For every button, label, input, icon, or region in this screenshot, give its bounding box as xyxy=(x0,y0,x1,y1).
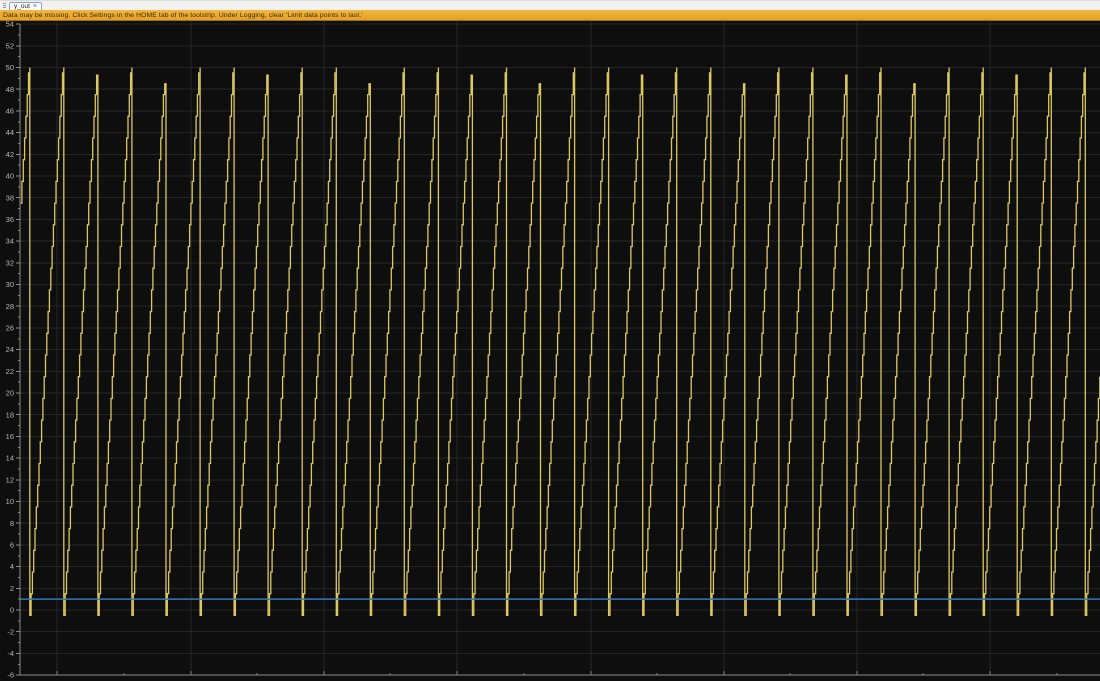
document-tab-bar: y_out × xyxy=(0,0,1100,10)
svg-text:8: 8 xyxy=(10,519,14,528)
svg-text:36: 36 xyxy=(6,215,14,224)
svg-text:-2: -2 xyxy=(7,627,14,636)
svg-text:-4: -4 xyxy=(7,649,14,658)
svg-text:42: 42 xyxy=(6,150,14,159)
svg-text:-6: -6 xyxy=(7,671,14,680)
signal-y-out xyxy=(20,68,1100,616)
svg-text:40: 40 xyxy=(6,172,14,181)
svg-text:28: 28 xyxy=(6,302,14,311)
svg-text:14: 14 xyxy=(6,454,14,463)
svg-text:12: 12 xyxy=(6,475,14,484)
warning-banner-text: Data may be missing. Click Settings in t… xyxy=(3,12,363,19)
svg-text:20: 20 xyxy=(6,389,14,398)
svg-text:46: 46 xyxy=(6,107,14,116)
tab-close-icon[interactable]: × xyxy=(33,4,37,10)
svg-text:0: 0 xyxy=(10,606,14,615)
scope-plot-area[interactable]: 5452504846444240383634323028262422201816… xyxy=(0,21,1100,681)
svg-text:52: 52 xyxy=(6,41,14,50)
svg-text:48: 48 xyxy=(6,85,14,94)
svg-text:26: 26 xyxy=(6,324,14,333)
svg-text:2: 2 xyxy=(10,584,14,593)
svg-text:44: 44 xyxy=(6,128,14,137)
svg-text:10: 10 xyxy=(6,497,14,506)
svg-text:32: 32 xyxy=(6,258,14,267)
svg-text:24: 24 xyxy=(6,345,14,354)
scope-window: y_out × Data may be missing. Click Setti… xyxy=(0,0,1100,681)
svg-text:38: 38 xyxy=(6,193,14,202)
h-gridlines xyxy=(20,24,1100,675)
svg-text:50: 50 xyxy=(6,63,14,72)
warning-banner: Data may be missing. Click Settings in t… xyxy=(0,10,1100,21)
svg-text:18: 18 xyxy=(6,410,14,419)
scope-chart[interactable]: 5452504846444240383634323028262422201816… xyxy=(0,21,1100,681)
tab-y-out[interactable]: y_out × xyxy=(9,2,42,10)
svg-text:4: 4 xyxy=(10,562,14,571)
svg-text:34: 34 xyxy=(6,237,14,246)
svg-text:54: 54 xyxy=(6,21,14,29)
y-axis-labels: 5452504846444240383634323028262422201816… xyxy=(6,21,14,680)
svg-text:6: 6 xyxy=(10,541,14,550)
drag-grip-icon[interactable] xyxy=(0,1,9,10)
svg-text:22: 22 xyxy=(6,367,14,376)
svg-text:16: 16 xyxy=(6,432,14,441)
svg-text:30: 30 xyxy=(6,280,14,289)
